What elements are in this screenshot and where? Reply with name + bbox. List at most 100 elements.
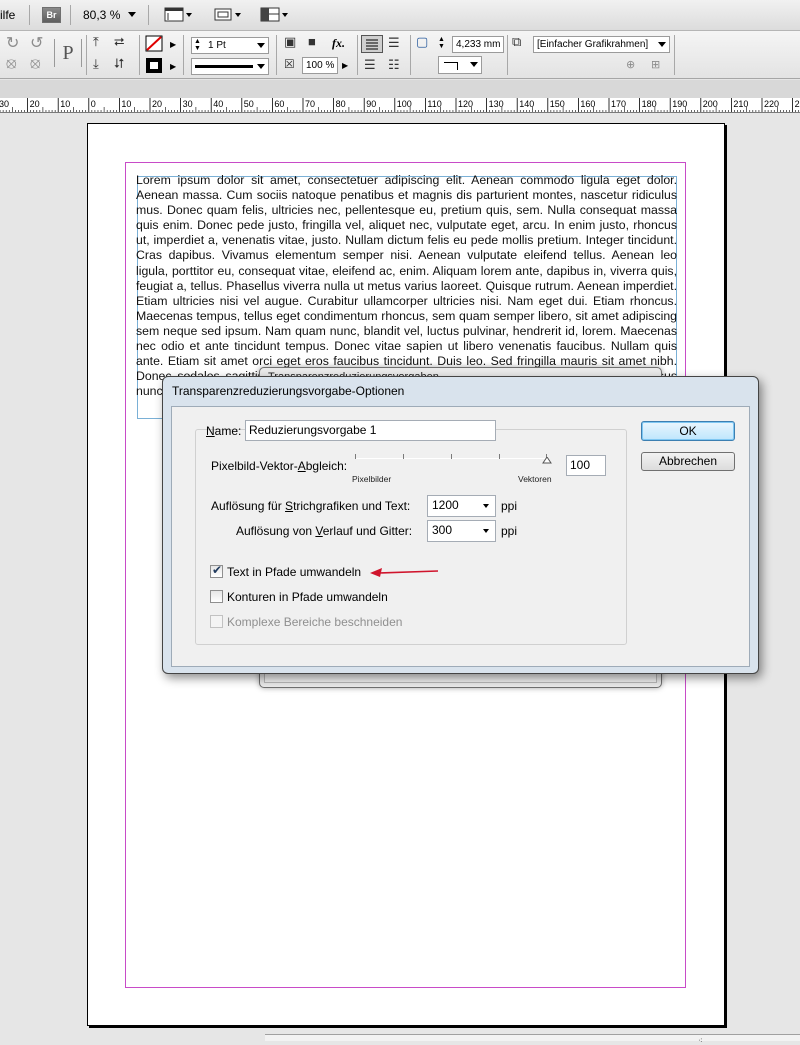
ruler-ticks: 30 20 10 0 10 20 30 40 50 60 70 80 90 100 110 120 130 140… <box>0 98 800 112</box>
chevron-down-icon[interactable] <box>470 62 478 67</box>
chevron-down-icon[interactable] <box>257 64 265 69</box>
ruler-label: 150 <box>550 99 565 109</box>
arrange-documents-icon[interactable] <box>260 7 290 23</box>
ruler-label: 90 <box>366 99 376 109</box>
divider <box>70 5 71 25</box>
annotation-arrow <box>370 568 439 577</box>
ruler-label: 0 <box>91 99 96 109</box>
ruler-label: 160 <box>580 99 595 109</box>
ruler-label: 190 <box>672 99 687 109</box>
stepper-icon[interactable]: ▲ ▼ <box>194 38 201 52</box>
drop-shadow-icon[interactable]: ▣ <box>284 34 296 50</box>
object-style-icon[interactable]: ⧉ <box>512 34 521 50</box>
object-style-field[interactable]: [Einfacher Grafikrahmen] <box>533 36 670 53</box>
ruler-label: 120 <box>458 99 473 109</box>
paragraph-glyph: P <box>54 39 82 67</box>
line-art-resolution-label: Auflösung für Strichgrafiken und Text: <box>211 499 411 513</box>
chevron-down-icon[interactable] <box>483 504 489 508</box>
ruler-label: 60 <box>274 99 284 109</box>
screen-mode-icon[interactable] <box>213 7 243 23</box>
chevron-down-icon[interactable] <box>658 42 666 47</box>
opacity-menu-icon[interactable]: ▶ <box>342 61 348 70</box>
convert-text-label[interactable]: Text in Pfade umwandeln <box>227 565 361 579</box>
effects-fx-icon[interactable]: fx. <box>332 36 345 51</box>
stroke-menu-icon[interactable]: ▶ <box>170 62 176 71</box>
ruler-label: 130 <box>489 99 504 109</box>
align-bottom-icon[interactable]: ⤓ <box>93 56 99 72</box>
stroke-type-field[interactable] <box>191 58 269 75</box>
line-art-resolution-select[interactable]: 1200 <box>427 495 496 517</box>
rotate-ccw-icon[interactable]: ↺ <box>30 33 43 53</box>
ruler-label: 200 <box>703 99 718 109</box>
fill-none-icon[interactable] <box>145 35 165 52</box>
divider <box>410 35 411 75</box>
balance-right-label: Vektoren <box>518 474 552 484</box>
frame-fitting-icon[interactable]: ▢ <box>416 34 428 50</box>
text-wrap-none-button[interactable] <box>361 35 383 53</box>
help-menu[interactable]: ilfe <box>0 8 15 22</box>
wrap-bounding-icon[interactable]: ☰ <box>388 35 400 51</box>
divider <box>86 35 87 75</box>
balance-slider-thumb[interactable] <box>542 457 552 465</box>
convert-strokes-label[interactable]: Konturen in Pfade umwandeln <box>227 590 388 604</box>
clear-overrides-icon[interactable]: ⊕ <box>626 58 635 71</box>
gradient-unit: ppi <box>501 524 518 538</box>
ok-button[interactable]: OK <box>641 421 735 441</box>
distribute-v-icon[interactable]: ⮃ <box>114 56 124 72</box>
ruler-label: 230 <box>795 99 800 109</box>
slider-tick <box>499 454 500 459</box>
ruler-label: 170 <box>611 99 626 109</box>
slider-tick <box>355 454 356 459</box>
line-art-unit: ppi <box>501 499 518 513</box>
zoom-dropdown-icon[interactable] <box>128 12 136 17</box>
ruler-label: 40 <box>213 99 223 109</box>
stepper-icon[interactable]: ▲ ▼ <box>438 36 445 50</box>
rotate-icon[interactable]: ↻ <box>6 33 19 53</box>
stroke-weight-field[interactable]: ▲ ▼ 1 Pt <box>191 37 269 54</box>
divider <box>139 35 140 75</box>
wrap-shape-icon[interactable]: ☰ <box>364 57 376 73</box>
convert-text-checkbox[interactable] <box>210 563 223 578</box>
shadow-box-icon[interactable]: ■ <box>308 34 316 49</box>
stroke-color-icon[interactable] <box>145 57 165 74</box>
divider <box>148 5 149 25</box>
opacity-field[interactable]: 100 % <box>302 57 338 74</box>
chevron-down-icon[interactable] <box>483 529 489 533</box>
ruler-label: 50 <box>244 99 254 109</box>
clip-complex-label[interactable]: Komplexe Bereiche beschneiden <box>227 615 402 629</box>
application-bar: ilfe Br 80,3 % <box>0 0 800 31</box>
divider <box>183 35 184 75</box>
shear-icon[interactable]: ⦻ <box>6 55 17 73</box>
dialog-title: Transparenzreduzierungsvorgabe-Optionen <box>172 384 405 398</box>
panel-gap <box>0 80 800 98</box>
divider <box>357 35 358 75</box>
gradient-resolution-select[interactable]: 300 <box>427 520 496 542</box>
horizontal-scrollbar[interactable] <box>265 1034 800 1041</box>
corner-shape-field[interactable] <box>438 56 482 74</box>
convert-strokes-checkbox[interactable] <box>210 590 223 603</box>
ruler-label: 10 <box>60 99 70 109</box>
gradient-resolution-label: Auflösung von Verlauf und Gitter: <box>236 524 413 538</box>
name-input[interactable]: Reduzierungsvorgabe 1 <box>245 420 496 441</box>
view-options-icon[interactable] <box>164 7 194 23</box>
divider <box>276 35 277 75</box>
balance-value-input[interactable]: 100 <box>566 455 606 476</box>
chevron-down-icon[interactable] <box>257 43 265 48</box>
wrap-jump-icon[interactable]: ☷ <box>388 57 400 73</box>
fill-menu-icon[interactable]: ▶ <box>170 40 176 49</box>
ruler-label: 180 <box>642 99 657 109</box>
clip-complex-checkbox[interactable] <box>210 615 223 628</box>
ruler-label: 110 <box>427 99 441 109</box>
divider <box>29 5 30 25</box>
cancel-button[interactable]: Abbrechen <box>641 452 735 471</box>
zoom-level[interactable]: 80,3 % <box>83 8 120 22</box>
new-style-icon[interactable]: ⊞ <box>651 58 660 71</box>
ruler-label: 220 <box>764 99 779 109</box>
bridge-icon[interactable]: Br <box>42 7 61 23</box>
flip-icon[interactable]: ⦻ <box>30 55 41 73</box>
ruler-label: 20 <box>30 99 40 109</box>
align-top-icon[interactable]: ⤒ <box>93 34 99 50</box>
distribute-icon[interactable]: ⮂ <box>114 34 124 50</box>
frame-inset-field[interactable]: 4,233 mm <box>452 36 504 53</box>
ruler-label: 30 <box>183 99 193 109</box>
